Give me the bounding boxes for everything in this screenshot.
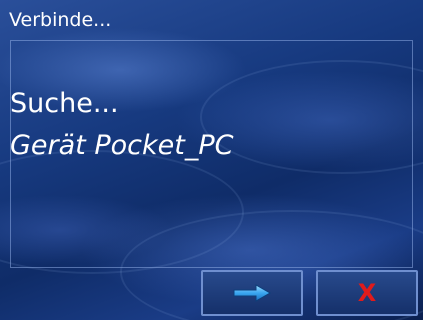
dialog-title: Verbinde...: [9, 9, 112, 31]
next-button[interactable]: [201, 270, 303, 316]
arrow-right-icon: [233, 284, 272, 302]
connection-dialog: Verbinde... Suche... Gerät Pocket_PC X: [0, 0, 423, 320]
title-bar: Verbinde...: [0, 0, 423, 40]
device-name: Gerät Pocket_PC: [10, 130, 234, 161]
status-text: Suche...: [10, 88, 119, 119]
close-icon: X: [357, 279, 377, 307]
cancel-button[interactable]: X: [316, 270, 418, 316]
